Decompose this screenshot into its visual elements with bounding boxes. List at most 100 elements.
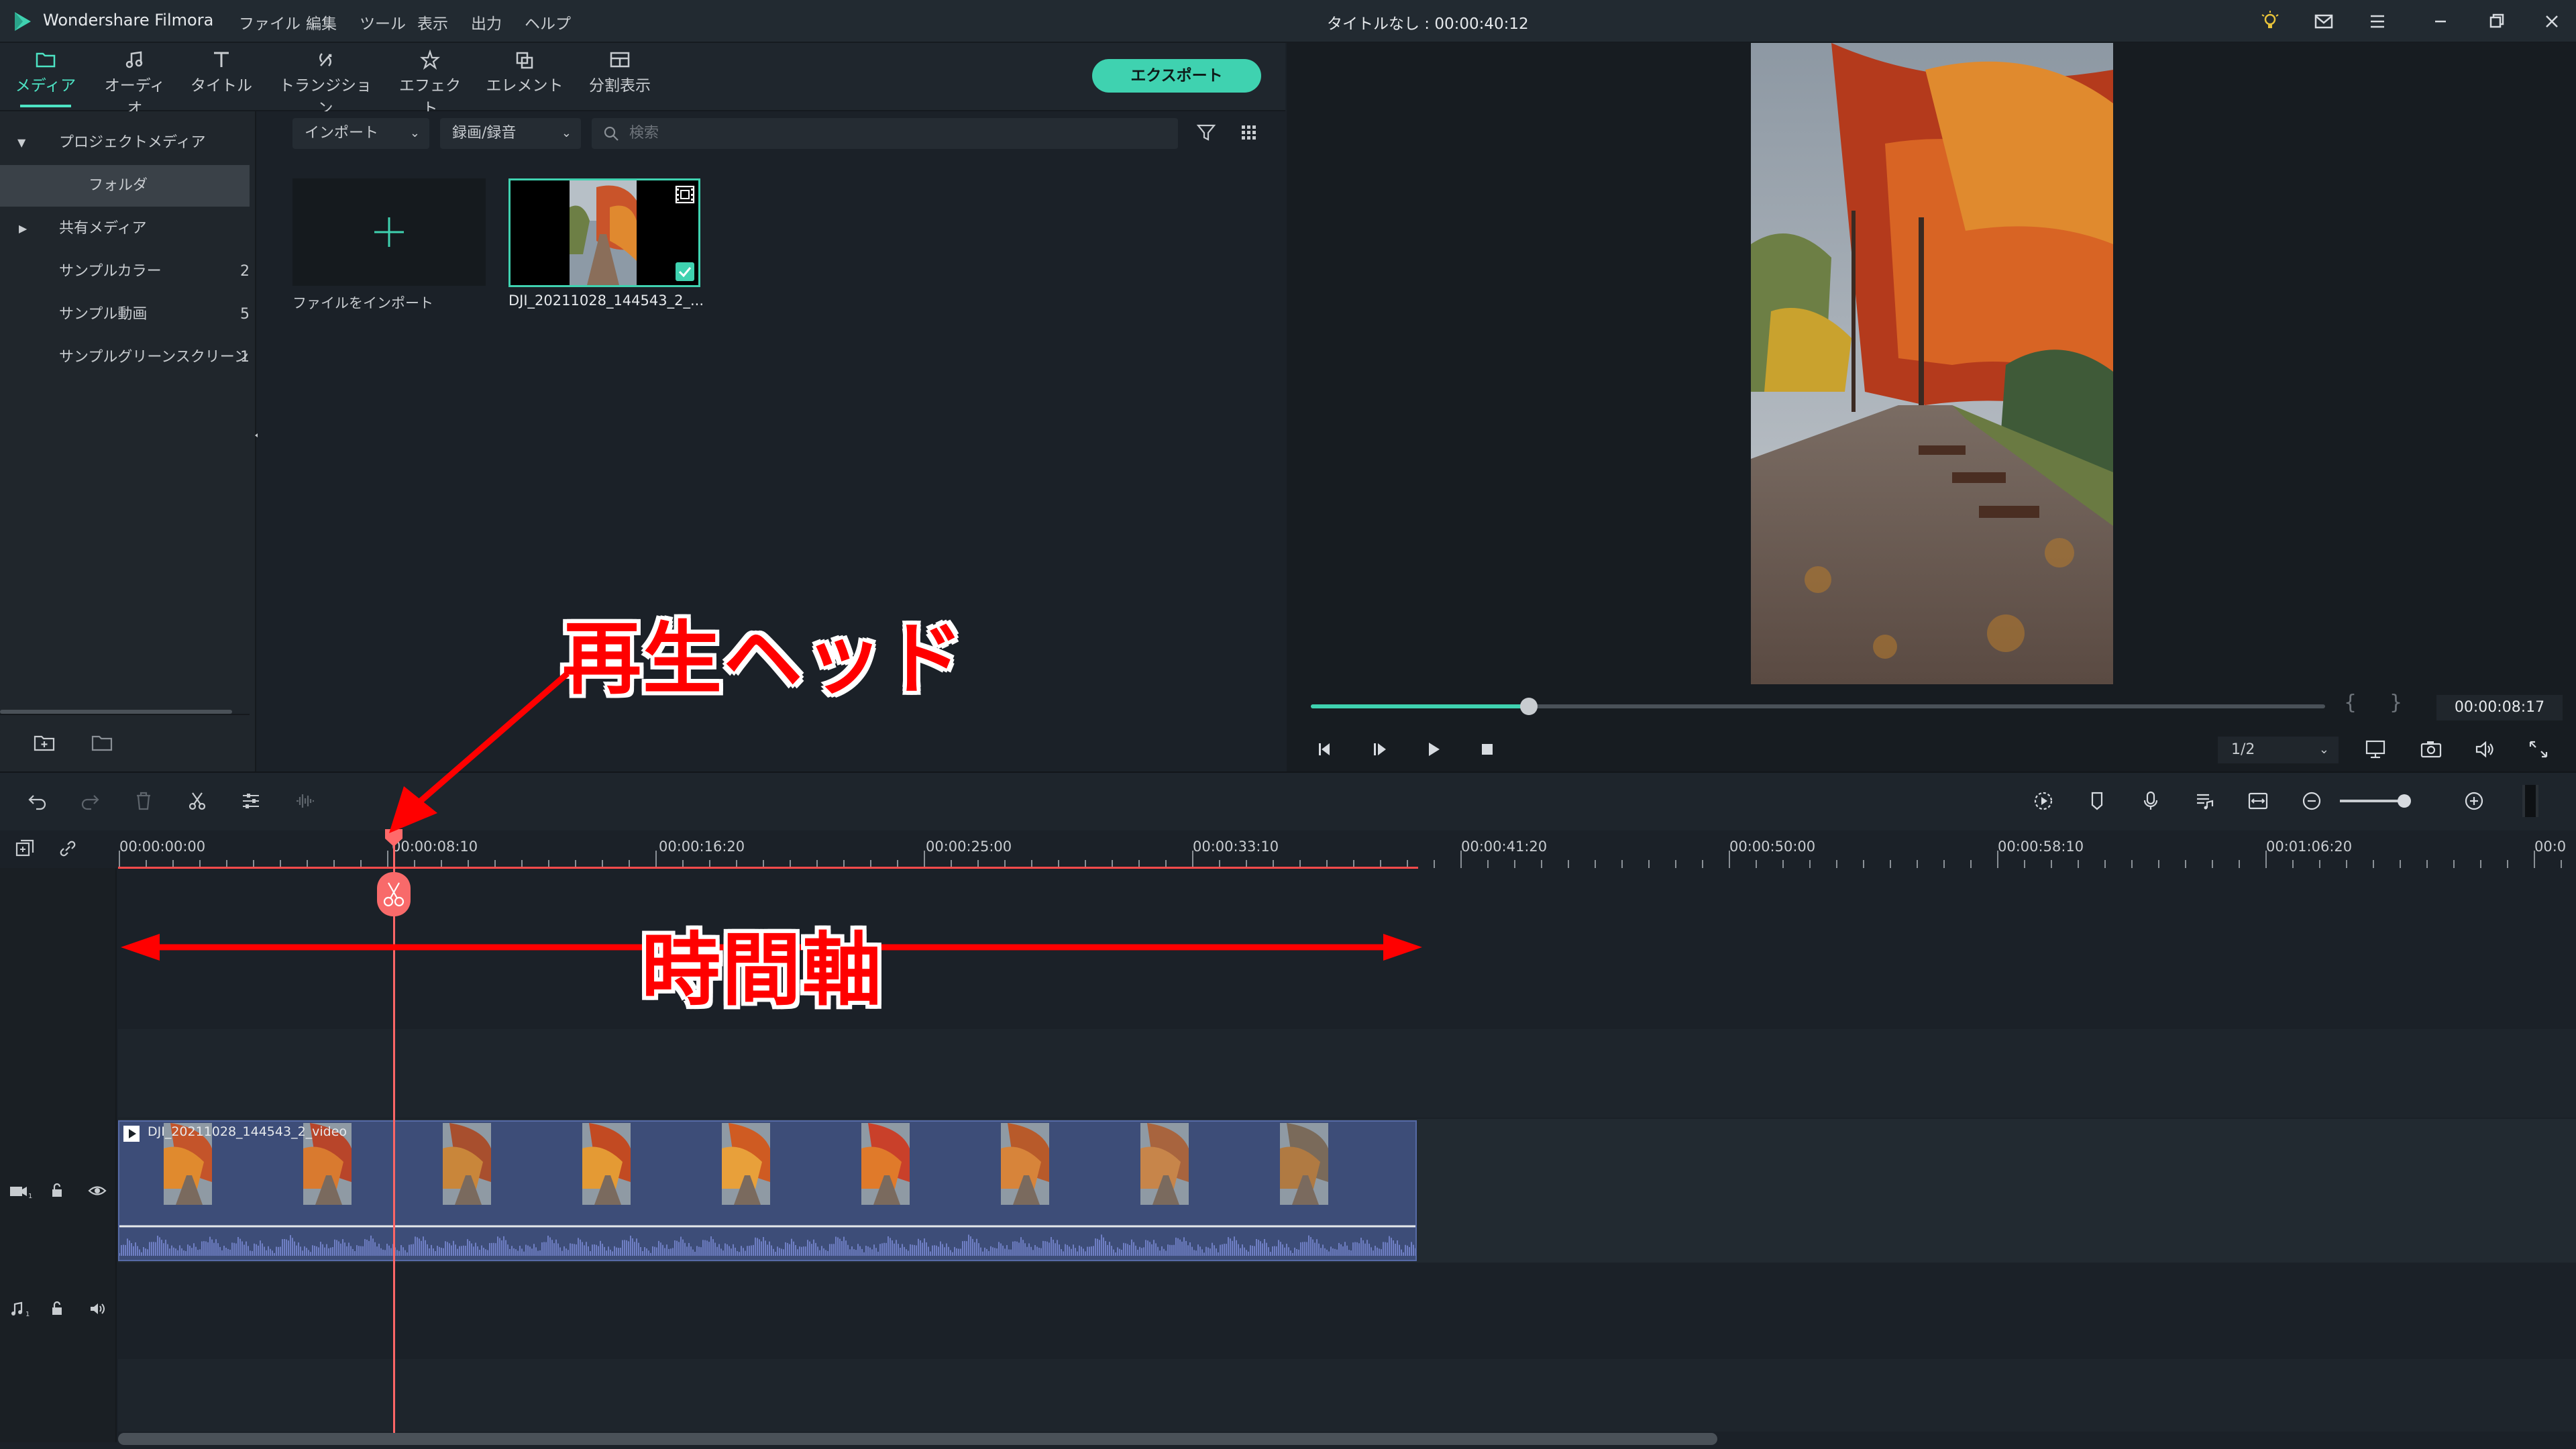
- folder-icon[interactable]: [90, 731, 114, 755]
- previous-frame-icon[interactable]: [1313, 738, 1336, 761]
- export-button[interactable]: エクスポート: [1092, 59, 1261, 93]
- play-pause-icon[interactable]: [1368, 738, 1391, 761]
- lock-icon[interactable]: [47, 1181, 67, 1201]
- menu-file[interactable]: ファイル: [239, 11, 301, 34]
- redo-icon[interactable]: [78, 789, 102, 813]
- media-clip-thumbnail[interactable]: [508, 178, 700, 287]
- empty-track-lane[interactable]: [118, 1029, 2576, 1118]
- tab-media[interactable]: メディア: [13, 46, 78, 107]
- play-icon[interactable]: [1422, 738, 1445, 761]
- display-settings-icon[interactable]: [2364, 738, 2388, 761]
- sidebar-item-label: 共有メディア: [59, 220, 147, 237]
- grid-view-icon[interactable]: [1237, 121, 1261, 145]
- search-icon: [604, 126, 619, 141]
- tab-audio[interactable]: オーディオ: [98, 46, 172, 117]
- document-title: タイトルなし : 00:00:40:12: [1327, 15, 1529, 33]
- clip-thumbnail-frame: [1280, 1123, 1328, 1205]
- audio-track-lane[interactable]: [118, 1264, 2576, 1358]
- tab-element[interactable]: エレメント: [484, 46, 565, 107]
- restore-icon[interactable]: [2485, 9, 2509, 34]
- undo-icon[interactable]: [25, 789, 50, 813]
- clip-thumbnail-frame: [1140, 1123, 1189, 1205]
- timeline-clip-name: DJI_20211028_144543_2_video: [148, 1124, 347, 1139]
- close-icon[interactable]: [2540, 9, 2564, 34]
- menu-output[interactable]: 出力: [471, 11, 502, 34]
- lightbulb-icon[interactable]: [2258, 9, 2282, 34]
- sidebar-item-sample-color[interactable]: サンプルカラー 2: [0, 251, 250, 292]
- preview-video-frame[interactable]: [1751, 43, 2113, 684]
- text-T-icon: [214, 52, 229, 67]
- stop-icon[interactable]: [1476, 738, 1499, 761]
- svg-text:1: 1: [25, 1311, 30, 1318]
- delete-trash-icon[interactable]: [131, 789, 156, 813]
- filter-icon[interactable]: [1194, 121, 1218, 145]
- sidebar-item-label: プロジェクトメディア: [59, 134, 206, 151]
- zoom-slider-handle[interactable]: [2398, 794, 2411, 808]
- microphone-icon[interactable]: [2139, 789, 2163, 813]
- track-headers: [0, 868, 117, 1442]
- snapshot-camera-icon[interactable]: [2419, 738, 2443, 761]
- render-preview-icon[interactable]: [2031, 789, 2055, 813]
- search-input[interactable]: 検索: [592, 118, 1178, 149]
- sidebar-item-sample-greenscreen[interactable]: サンプルグリーンスクリーン 1: [0, 337, 250, 378]
- annotation-arrow-icon: [389, 671, 570, 833]
- clip-thumbnail-frame: [443, 1123, 491, 1205]
- mark-out-icon[interactable]: }: [2390, 691, 2402, 714]
- eye-visibility-icon[interactable]: [87, 1181, 107, 1201]
- sidebar-item-sample-video[interactable]: サンプル動画 5: [0, 294, 250, 335]
- link-icon[interactable]: [56, 837, 79, 860]
- plus-icon: [374, 217, 404, 247]
- timeline-panel-handle[interactable]: [2522, 785, 2538, 817]
- audio-waveform: [119, 1234, 1415, 1256]
- import-file-tile[interactable]: [292, 178, 486, 286]
- split-scissors-button[interactable]: [377, 872, 411, 916]
- volume-icon[interactable]: [2473, 738, 2497, 761]
- menu-tools[interactable]: ツール: [360, 11, 406, 34]
- sidebar-item-count: 2: [240, 263, 250, 280]
- menu-edit[interactable]: 編集: [306, 11, 337, 34]
- sidebar-item-folder[interactable]: フォルダ: [0, 165, 250, 207]
- minimize-icon[interactable]: [2428, 9, 2453, 34]
- sidebar-item-label: フォルダ: [89, 177, 148, 194]
- menu-help[interactable]: ヘルプ: [525, 11, 571, 34]
- record-dropdown-label: 録画/録音: [452, 125, 517, 142]
- tab-title[interactable]: タイトル: [188, 46, 255, 107]
- voiceover-list-icon[interactable]: [2192, 789, 2216, 813]
- menu-list-icon[interactable]: [2365, 9, 2390, 34]
- new-folder-icon[interactable]: [32, 731, 56, 755]
- menu-view[interactable]: 表示: [417, 11, 448, 34]
- fit-timeline-icon[interactable]: [2246, 789, 2270, 813]
- fullscreen-icon[interactable]: [2526, 738, 2551, 761]
- video-track-icon: 1: [10, 1187, 32, 1200]
- add-track-icon[interactable]: [13, 837, 36, 860]
- annotation-playhead-label: 再生ヘッド: [562, 612, 965, 705]
- music-note-icon: [125, 51, 143, 68]
- adjust-sliders-icon[interactable]: [239, 789, 263, 813]
- mark-in-icon[interactable]: {: [2344, 691, 2357, 714]
- import-dropdown[interactable]: インポート ⌄: [292, 118, 429, 149]
- record-dropdown[interactable]: 録画/録音 ⌄: [440, 118, 581, 149]
- preview-time-display: 00:00:08:17: [2436, 695, 2563, 720]
- timeline-horizontal-scrollbar[interactable]: [118, 1433, 1717, 1445]
- tab-split-screen[interactable]: 分割表示: [580, 46, 660, 107]
- lock-icon[interactable]: [47, 1299, 67, 1319]
- sidebar-item-shared-media[interactable]: ▶ 共有メディア: [0, 208, 250, 250]
- playhead-line[interactable]: [393, 835, 395, 1436]
- timeline-video-clip[interactable]: [118, 1120, 1417, 1261]
- tab-effect[interactable]: エフェクト: [393, 46, 467, 117]
- chevron-down-icon: ⌄: [2318, 743, 2329, 757]
- speaker-icon[interactable]: [87, 1299, 107, 1319]
- tab-transition[interactable]: トランジション: [275, 46, 376, 117]
- zoom-out-icon[interactable]: [2300, 789, 2324, 813]
- preview-progress-handle[interactable]: [1520, 698, 1538, 715]
- scissors-icon: [383, 882, 405, 907]
- zoom-in-icon[interactable]: [2462, 789, 2486, 813]
- marker-icon[interactable]: [2085, 789, 2109, 813]
- mail-icon[interactable]: [2312, 9, 2336, 34]
- sidebar-item-project-media[interactable]: ▼ プロジェクトメディア: [0, 122, 250, 164]
- sidebar-item-label: サンプルグリーンスクリーン: [59, 349, 249, 366]
- preview-quality-select[interactable]: 1/2 ⌄: [2218, 737, 2339, 763]
- empty-track-lane[interactable]: [118, 1359, 2576, 1432]
- audio-waveform-icon[interactable]: [292, 789, 317, 813]
- scissors-cut-icon[interactable]: [185, 789, 209, 813]
